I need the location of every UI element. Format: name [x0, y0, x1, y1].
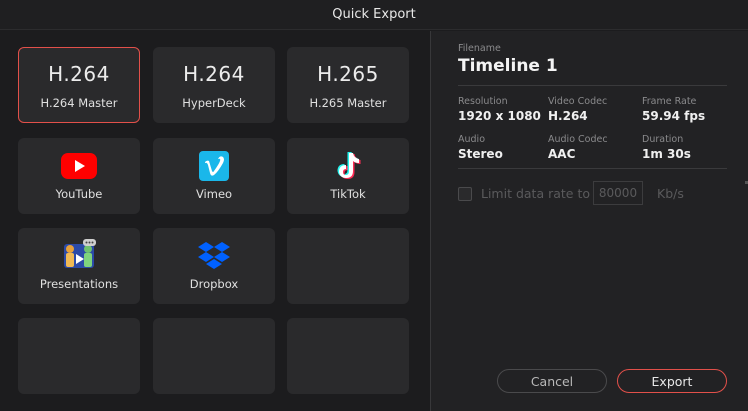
preset-label: H.265 Master [309, 96, 387, 110]
audio-codec-label: Audio Codec [548, 134, 608, 145]
filename-value[interactable]: Timeline 1 [458, 56, 558, 76]
preset-hyperdeck[interactable]: H.264 HyperDeck [153, 47, 275, 123]
preset-tiktok[interactable]: TikTok [287, 138, 409, 214]
video-codec-label: Video Codec [548, 96, 608, 107]
preset-codec-text: H.264 [48, 62, 110, 86]
preset-vimeo[interactable]: Vimeo [153, 138, 275, 214]
divider-line [458, 168, 727, 169]
preset-h265-master[interactable]: H.265 H.265 Master [287, 47, 409, 123]
filename-label: Filename [458, 43, 501, 54]
dropbox-icon [197, 241, 231, 271]
preset-grid: H.264 H.264 Master H.264 HyperDeck H.265… [0, 31, 430, 411]
video-codec-value: H.264 [548, 109, 588, 123]
preset-label: Presentations [39, 277, 119, 291]
preset-empty-slot [287, 318, 409, 394]
data-rate-input[interactable]: 80000 [593, 181, 643, 205]
limit-data-rate-label: Limit data rate to [481, 186, 591, 201]
export-button[interactable]: Export [617, 369, 727, 393]
duration-value: 1m 30s [642, 147, 691, 161]
preset-label: H.264 Master [40, 96, 118, 110]
tiktok-icon [333, 151, 363, 181]
preset-empty-slot [287, 228, 409, 304]
preset-presentations[interactable]: Presentations [18, 228, 140, 304]
divider-line [458, 85, 727, 86]
preset-empty-slot [153, 318, 275, 394]
audio-codec-value: AAC [548, 147, 576, 161]
frame-rate-label: Frame Rate [642, 96, 697, 107]
preset-dropbox[interactable]: Dropbox [153, 228, 275, 304]
presentations-icon [61, 239, 97, 271]
limit-data-rate-checkbox[interactable] [458, 187, 472, 201]
resolution-value: 1920 x 1080 [458, 109, 541, 123]
quick-export-window: Quick Export H.264 H.264 Master H.264 Hy… [0, 0, 748, 411]
audio-label: Audio [458, 134, 486, 145]
export-details-panel: Filename Timeline 1 Resolution 1920 x 10… [431, 31, 748, 411]
preset-label: HyperDeck [182, 96, 246, 110]
preset-codec-text: H.265 [317, 62, 379, 86]
preset-label: Vimeo [195, 187, 233, 201]
data-rate-unit: Kb/s [657, 186, 684, 201]
window-title: Quick Export [332, 7, 416, 22]
cancel-button[interactable]: Cancel [497, 369, 607, 393]
preset-label: TikTok [330, 187, 366, 201]
preset-h264-master[interactable]: H.264 H.264 Master [18, 47, 140, 123]
duration-label: Duration [642, 134, 684, 145]
preset-codec-text: H.264 [183, 62, 245, 86]
preset-youtube[interactable]: YouTube [18, 138, 140, 214]
preset-empty-slot [18, 318, 140, 394]
preset-label: YouTube [55, 187, 103, 201]
audio-value: Stereo [458, 147, 503, 161]
preset-label: Dropbox [189, 277, 239, 291]
youtube-icon [61, 151, 97, 181]
frame-rate-value: 59.94 fps [642, 109, 706, 123]
vimeo-icon [199, 151, 229, 181]
title-bar: Quick Export [0, 0, 748, 30]
resolution-label: Resolution [458, 96, 508, 107]
